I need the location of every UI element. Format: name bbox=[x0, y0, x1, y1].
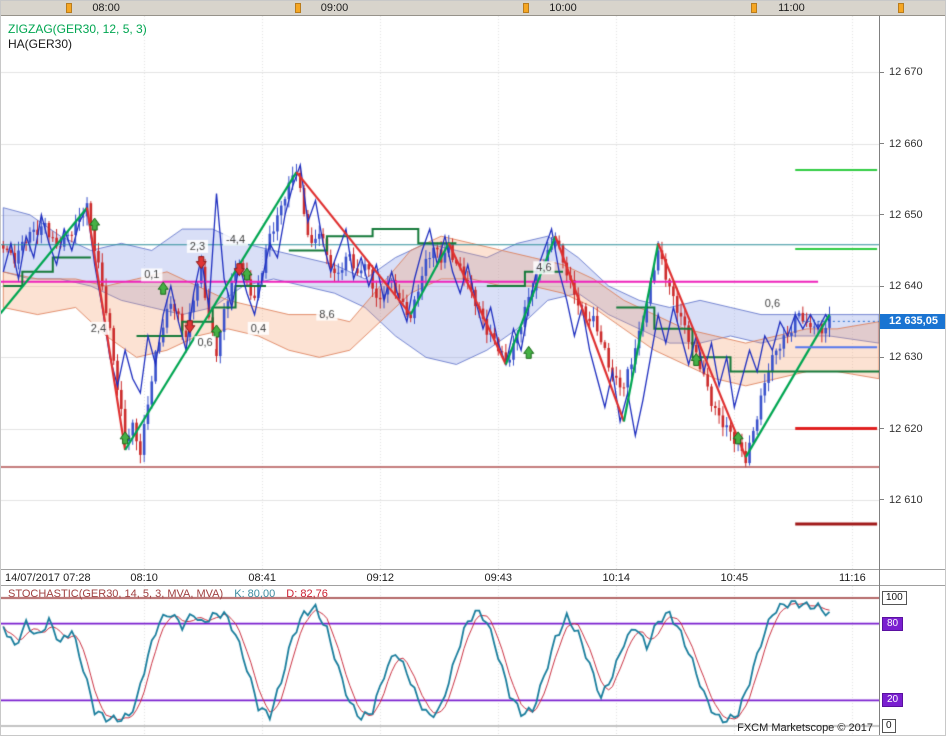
stochastic-panel: STOCHASTIC(GER30, 14, 5, 3, MVA, MVA) K:… bbox=[1, 586, 945, 735]
indicator-title-heikin-ashi: HA(GER30) bbox=[8, 37, 73, 51]
hour-marker-icon bbox=[898, 3, 905, 13]
price-tick-mark bbox=[880, 428, 884, 430]
price-chart-canvas[interactable] bbox=[1, 16, 879, 569]
time-axis[interactable]: 14/07/2017 07:28 08:10 08:41 09:12 09:43 10:1… bbox=[1, 569, 945, 586]
time-axis-label: 08:10 bbox=[130, 572, 158, 584]
stochastic-titles: STOCHASTIC(GER30, 14, 5, 3, MVA, MVA) K:… bbox=[8, 588, 328, 600]
stochastic-title: STOCHASTIC(GER30, 14, 5, 3, MVA, MVA) bbox=[8, 588, 224, 600]
indicator-title-zigzag: ZIGZAG(GER30, 12, 5, 3) bbox=[8, 22, 147, 36]
price-axis[interactable]: 12 635,05 12 670 12 660 12 650 12 640 12 630… bbox=[880, 16, 945, 569]
current-price-badge: 12 635,05 bbox=[880, 313, 945, 329]
price-tick-label: 12 670 bbox=[889, 66, 923, 79]
time-axis-label: 14/07/2017 07:28 bbox=[5, 572, 91, 584]
ruler-time-label: 08:00 bbox=[92, 2, 120, 14]
price-tick-label: 12 650 bbox=[889, 208, 923, 221]
stochastic-canvas[interactable] bbox=[1, 586, 879, 735]
time-axis-label: 09:43 bbox=[484, 572, 513, 584]
copyright-text: FXCM Marketscope © 2017 bbox=[737, 722, 873, 734]
ruler-time-label: 10:00 bbox=[549, 2, 577, 14]
price-tick-mark bbox=[880, 71, 884, 73]
axis-separator bbox=[879, 16, 880, 735]
time-axis-label: 09:12 bbox=[366, 572, 394, 584]
stochastic-k-value: K: 80,00 bbox=[234, 588, 276, 600]
stoch-level-badge: 20 bbox=[882, 693, 904, 708]
price-tick-mark bbox=[880, 143, 884, 145]
price-tick-mark bbox=[880, 214, 884, 216]
hour-marker-icon bbox=[66, 3, 73, 13]
main-chart-panel: ZIGZAG(GER30, 12, 5, 3) HA(GER30) 12 635… bbox=[1, 16, 945, 569]
stoch-level-badge: 100 bbox=[882, 591, 907, 605]
hour-marker-icon bbox=[294, 3, 301, 13]
price-tick-label: 12 660 bbox=[889, 137, 923, 150]
hour-marker-icon bbox=[751, 3, 758, 13]
price-tick-label: 12 610 bbox=[889, 493, 923, 506]
ruler-time-label: 11:00 bbox=[778, 2, 805, 14]
stoch-level-badge: 80 bbox=[882, 616, 904, 631]
price-tick-label: 12 630 bbox=[889, 351, 923, 364]
price-tick-mark bbox=[880, 499, 884, 501]
hour-marker-icon bbox=[522, 3, 529, 13]
price-tick-label: 12 640 bbox=[889, 280, 923, 293]
price-tick-mark bbox=[880, 356, 884, 358]
time-axis-label: 10:45 bbox=[720, 572, 749, 584]
chart-window: 08:00 09:00 10:00 11:00 ZIGZAG(GER30, 12, 5… bbox=[0, 0, 946, 736]
time-axis-label: 10:14 bbox=[602, 572, 631, 584]
price-tick-label: 12 620 bbox=[889, 422, 923, 435]
top-time-ruler[interactable]: 08:00 09:00 10:00 11:00 bbox=[1, 1, 945, 16]
time-axis-label: 11:16 bbox=[838, 572, 866, 584]
stochastic-axis[interactable]: 100 80 20 0 bbox=[880, 586, 945, 735]
stoch-level-badge: 0 bbox=[882, 719, 896, 733]
indicator-titles: ZIGZAG(GER30, 12, 5, 3) HA(GER30) bbox=[8, 22, 147, 51]
price-tick-mark bbox=[880, 285, 884, 287]
ruler-time-label: 09:00 bbox=[320, 2, 349, 14]
stochastic-d-value: D: 82,76 bbox=[286, 588, 328, 600]
time-axis-label: 08:41 bbox=[248, 572, 276, 584]
